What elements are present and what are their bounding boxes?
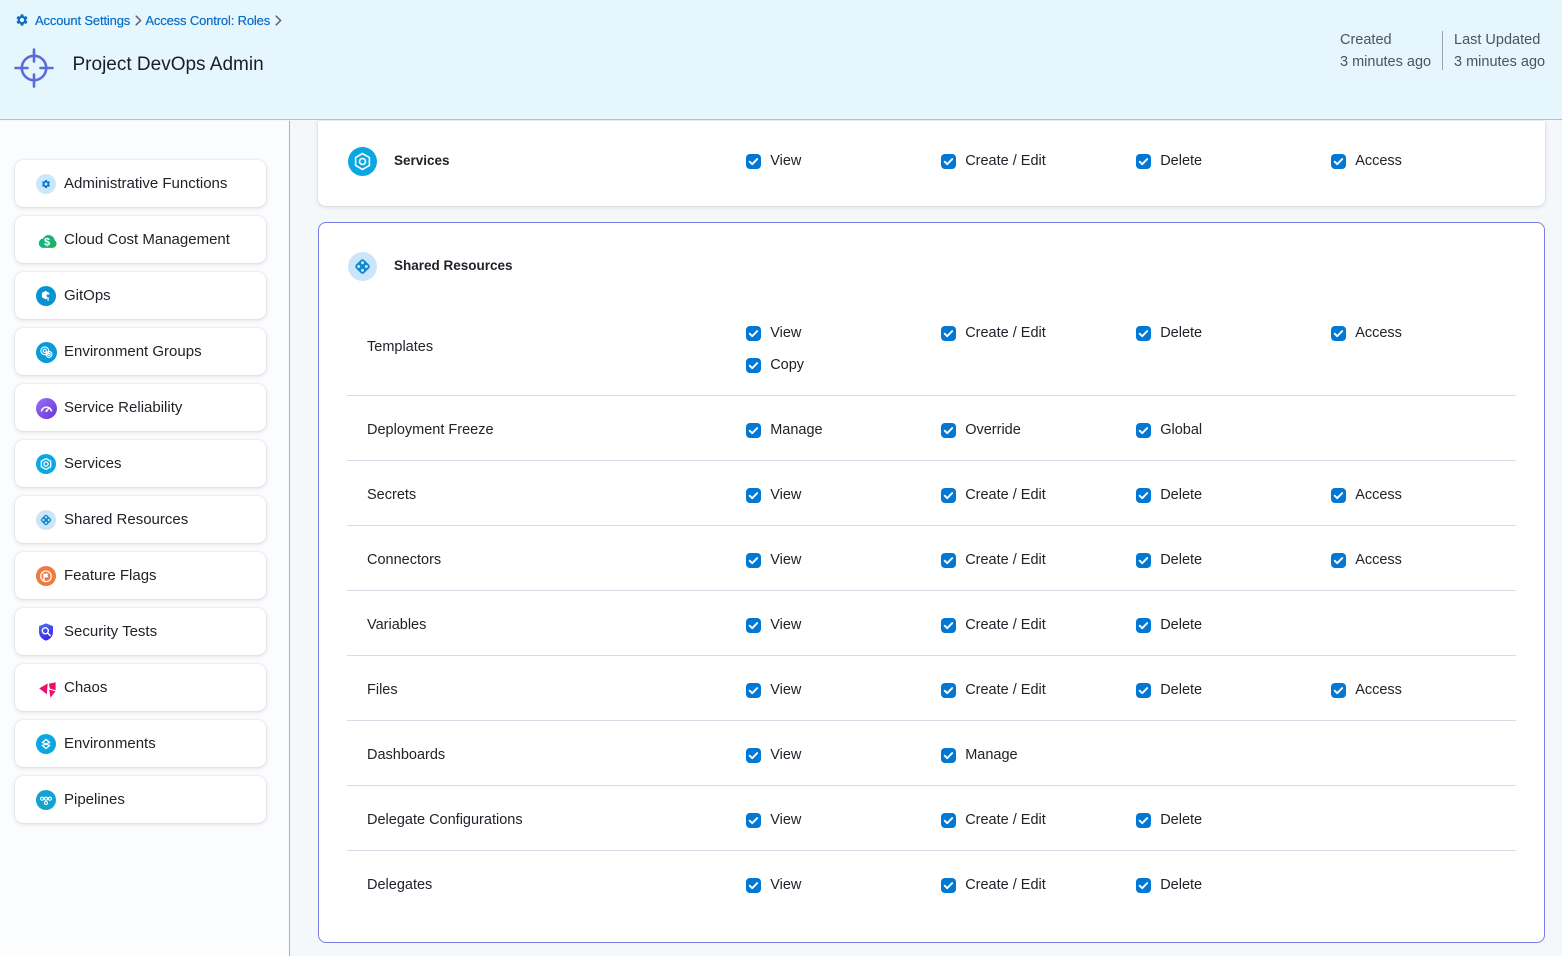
svg-text:$: $: [44, 236, 50, 248]
